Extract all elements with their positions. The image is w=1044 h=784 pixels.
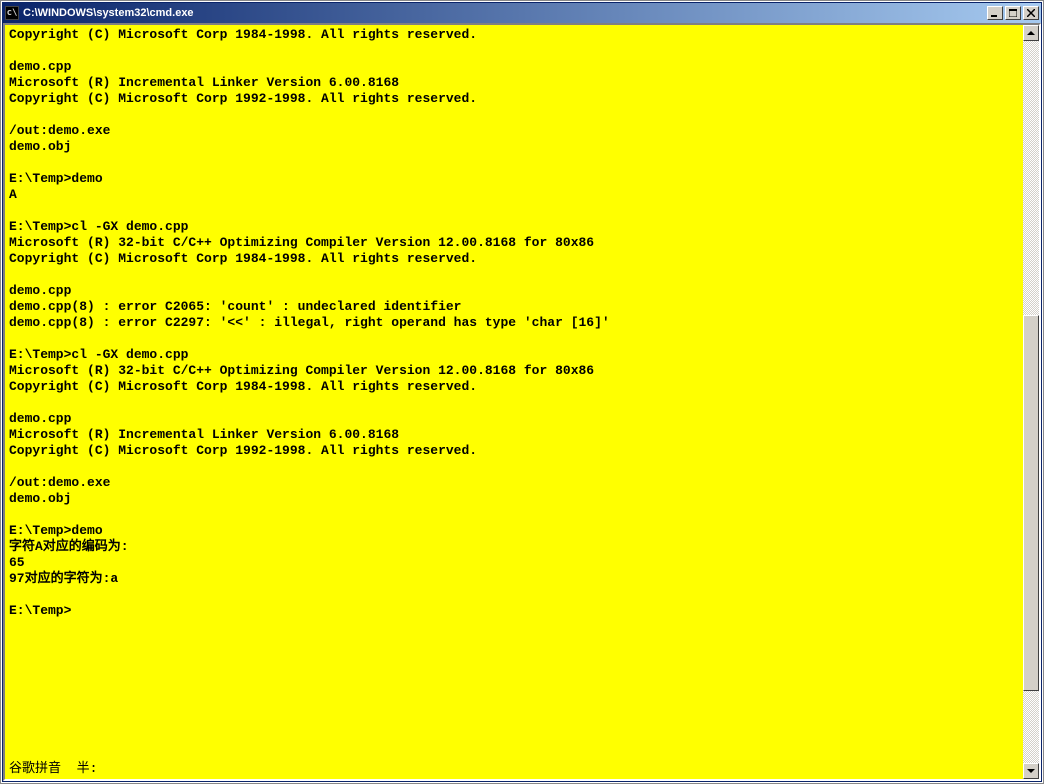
scroll-up-button[interactable]	[1023, 25, 1039, 41]
console-line	[9, 587, 1019, 603]
console-line: E:\Temp>cl -GX demo.cpp	[9, 219, 1019, 235]
console-line: 字符A对应的编码为:	[9, 539, 1019, 555]
console-line: Microsoft (R) Incremental Linker Version…	[9, 427, 1019, 443]
client-area: Copyright (C) Microsoft Corp 1984-1998. …	[3, 23, 1041, 781]
console-line: E:\Temp>cl -GX demo.cpp	[9, 347, 1019, 363]
console-line	[9, 395, 1019, 411]
console-line: E:\Temp>	[9, 603, 1019, 619]
console-line: Copyright (C) Microsoft Corp 1984-1998. …	[9, 27, 1019, 43]
titlebar[interactable]: c\ C:\WINDOWS\system32\cmd.exe	[3, 3, 1041, 23]
window-title: C:\WINDOWS\system32\cmd.exe	[23, 7, 987, 19]
console-line: E:\Temp>demo	[9, 523, 1019, 539]
scroll-down-button[interactable]	[1023, 763, 1039, 779]
console-line: A	[9, 187, 1019, 203]
maximize-button[interactable]	[1005, 6, 1021, 20]
console-line: demo.obj	[9, 139, 1019, 155]
console-line: Copyright (C) Microsoft Corp 1984-1998. …	[9, 379, 1019, 395]
minimize-button[interactable]	[987, 6, 1003, 20]
console-line: Microsoft (R) 32-bit C/C++ Optimizing Co…	[9, 235, 1019, 251]
console-line	[9, 107, 1019, 123]
scrollbar-track[interactable]	[1023, 41, 1039, 763]
console-line	[9, 331, 1019, 347]
scrollbar-thumb[interactable]	[1023, 315, 1039, 690]
console-line: Microsoft (R) Incremental Linker Version…	[9, 75, 1019, 91]
console-line: Microsoft (R) 32-bit C/C++ Optimizing Co…	[9, 363, 1019, 379]
console-line: 97对应的字符为:a	[9, 571, 1019, 587]
console-output[interactable]: Copyright (C) Microsoft Corp 1984-1998. …	[5, 25, 1023, 779]
console-line: Copyright (C) Microsoft Corp 1992-1998. …	[9, 443, 1019, 459]
console-line	[9, 203, 1019, 219]
console-line: demo.obj	[9, 491, 1019, 507]
console-line	[9, 459, 1019, 475]
vertical-scrollbar[interactable]	[1023, 25, 1039, 779]
console-line: demo.cpp	[9, 59, 1019, 75]
console-line	[9, 155, 1019, 171]
cmd-icon[interactable]: c\	[5, 6, 19, 20]
close-button[interactable]	[1023, 6, 1039, 20]
console-line: 65	[9, 555, 1019, 571]
console-line: /out:demo.exe	[9, 475, 1019, 491]
cmd-window: c\ C:\WINDOWS\system32\cmd.exe Copyright…	[2, 2, 1042, 782]
console-line: demo.cpp	[9, 411, 1019, 427]
console-line: demo.cpp	[9, 283, 1019, 299]
console-line: demo.cpp(8) : error C2297: '<<' : illega…	[9, 315, 1019, 331]
console-line	[9, 43, 1019, 59]
console-line	[9, 507, 1019, 523]
console-line: /out:demo.exe	[9, 123, 1019, 139]
console-line: Copyright (C) Microsoft Corp 1992-1998. …	[9, 91, 1019, 107]
console-line: E:\Temp>demo	[9, 171, 1019, 187]
console-line	[9, 267, 1019, 283]
console-line: Copyright (C) Microsoft Corp 1984-1998. …	[9, 251, 1019, 267]
console-line: demo.cpp(8) : error C2065: 'count' : und…	[9, 299, 1019, 315]
ime-status: 谷歌拼音 半:	[9, 761, 97, 777]
